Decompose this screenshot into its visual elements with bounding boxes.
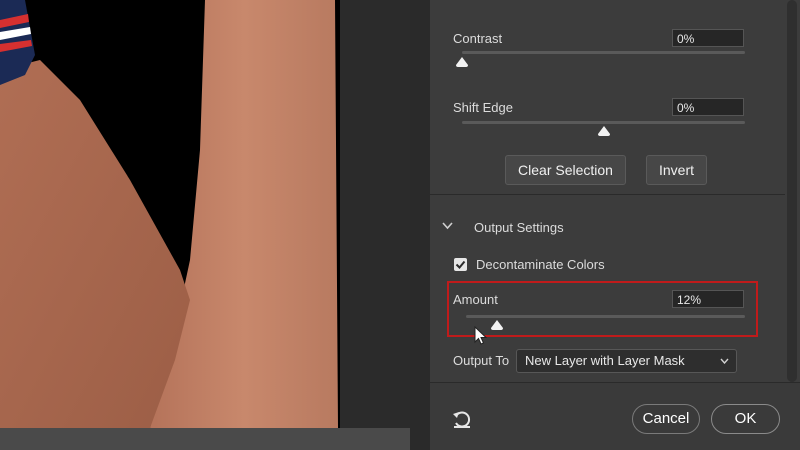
shift-edge-label: Shift Edge xyxy=(453,100,513,115)
contrast-label: Contrast xyxy=(453,31,503,46)
shift-edge-input[interactable]: 0% xyxy=(672,98,744,116)
decontaminate-checkbox[interactable] xyxy=(454,258,467,271)
panel-divider xyxy=(410,0,430,450)
cancel-button[interactable]: Cancel xyxy=(632,404,700,434)
checkmark-icon xyxy=(455,260,466,269)
photo-canvas[interactable] xyxy=(0,0,340,428)
invert-button[interactable]: Invert xyxy=(646,155,707,185)
ok-button[interactable]: OK xyxy=(711,404,780,434)
cursor-icon xyxy=(474,326,488,345)
arm-photo xyxy=(0,0,340,428)
amount-highlight-box xyxy=(447,281,758,337)
output-to-label: Output To xyxy=(453,353,510,368)
panel-scrollbar[interactable] xyxy=(787,0,797,382)
shift-edge-slider-thumb[interactable] xyxy=(598,126,610,136)
chevron-down-icon xyxy=(720,358,729,364)
decontaminate-label: Decontaminate Colors xyxy=(476,257,605,272)
shift-edge-slider-track[interactable] xyxy=(462,121,745,124)
output-to-select[interactable]: New Layer with Layer Mask xyxy=(516,349,737,373)
output-to-value: New Layer with Layer Mask xyxy=(525,353,685,368)
contrast-input[interactable]: 0% xyxy=(672,29,744,47)
output-settings-title[interactable]: Output Settings xyxy=(474,220,564,235)
section-divider xyxy=(430,194,785,195)
chevron-down-icon[interactable] xyxy=(442,222,453,230)
reset-icon[interactable] xyxy=(451,408,473,430)
canvas-status-bar xyxy=(0,428,410,450)
canvas-area[interactable] xyxy=(0,0,410,450)
contrast-slider-track[interactable] xyxy=(462,51,745,54)
contrast-slider-thumb[interactable] xyxy=(456,57,468,67)
clear-selection-button[interactable]: Clear Selection xyxy=(505,155,626,185)
